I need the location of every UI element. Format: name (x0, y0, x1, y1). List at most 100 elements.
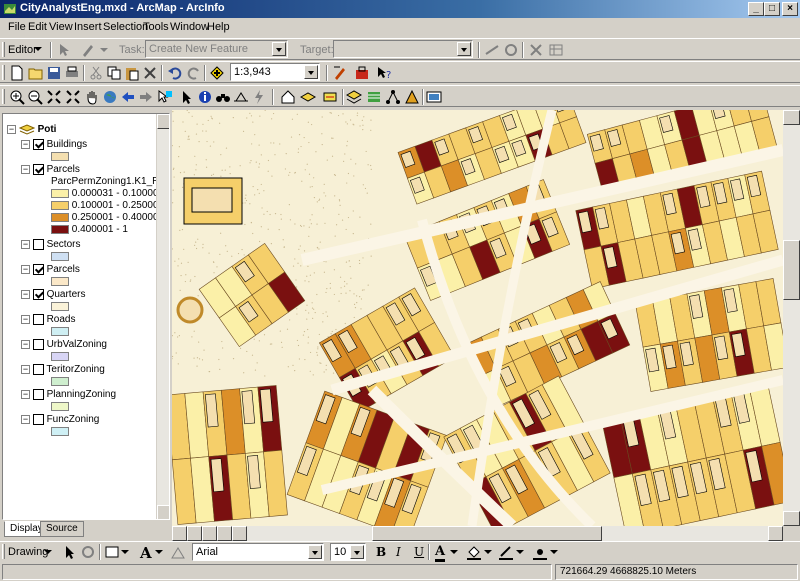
tab-source[interactable]: Source (40, 521, 84, 537)
drawing-menu[interactable]: Drawing (8, 546, 48, 558)
collapse-icon[interactable]: − (21, 139, 30, 149)
scroll-left-button[interactable] (232, 526, 247, 541)
fixed-zoom-in-icon[interactable] (46, 89, 62, 105)
paste-icon[interactable] (124, 65, 140, 81)
layer-symbol-swatch[interactable] (51, 301, 69, 311)
add-data-icon[interactable] (209, 65, 225, 81)
menu-help[interactable]: Help (207, 21, 230, 33)
chevron-down-icon[interactable] (450, 548, 458, 556)
parcel-map[interactable] (172, 110, 783, 526)
close-button[interactable]: × (782, 2, 798, 16)
select-features-icon[interactable] (157, 89, 173, 105)
scroll-down-button[interactable] (157, 505, 169, 519)
rectangle-tool-icon[interactable] (104, 544, 120, 560)
select-elements-icon[interactable] (179, 89, 195, 105)
italic-button[interactable]: I (396, 545, 401, 559)
layer-symbol-swatch[interactable] (51, 426, 69, 436)
maximize-button[interactable]: □ (764, 2, 780, 16)
print-icon[interactable] (64, 65, 80, 81)
attributes-icon[interactable] (528, 42, 544, 58)
dropdown-arrow-icon[interactable] (272, 42, 286, 56)
copy-icon[interactable] (106, 65, 122, 81)
cartography-tool-icon[interactable] (404, 89, 420, 105)
chevron-down-icon[interactable] (121, 548, 129, 556)
layer-visibility-checkbox[interactable] (32, 413, 44, 425)
line-color-icon[interactable] (498, 544, 514, 560)
map-vertical-scrollbar[interactable] (783, 110, 800, 526)
layer-visibility-checkbox[interactable] (32, 363, 44, 375)
save-icon[interactable] (46, 65, 62, 81)
dropdown-arrow-icon[interactable] (304, 65, 318, 79)
target-dropdown[interactable] (333, 40, 473, 58)
sketch-properties-icon[interactable] (548, 42, 564, 58)
sketch-tool-icon[interactable] (80, 42, 96, 58)
menu-window[interactable]: Window (170, 21, 209, 33)
edit-tool-icon[interactable] (56, 42, 72, 58)
layer-symbol-swatch[interactable] (51, 326, 69, 336)
font-color-button[interactable]: A (435, 544, 446, 562)
new-document-icon[interactable] (9, 65, 25, 81)
task-dropdown[interactable]: Create New Feature (145, 40, 288, 58)
scroll-up-button[interactable] (157, 114, 169, 129)
hyperlink-icon[interactable] (251, 89, 267, 105)
chevron-down-icon[interactable] (550, 548, 558, 556)
pan-hand-icon[interactable] (84, 89, 100, 105)
toolbar-grip[interactable] (2, 89, 5, 104)
new-text-icon[interactable]: A (138, 544, 154, 560)
chevron-down-icon[interactable] (100, 46, 108, 54)
class-swatch[interactable] (51, 212, 69, 222)
layer-symbol-swatch[interactable] (51, 376, 69, 386)
select-elements-icon[interactable] (62, 544, 78, 560)
toolbar-grip[interactable] (2, 544, 5, 559)
class-swatch[interactable] (51, 200, 69, 210)
menu-edit[interactable]: Edit (28, 21, 47, 33)
chevron-down-icon[interactable] (155, 548, 163, 556)
layer-visibility-checkbox[interactable] (32, 288, 44, 300)
layer-visibility-checkbox[interactable] (32, 388, 44, 400)
menu-tools[interactable]: Tools (143, 21, 169, 33)
fill-color-icon[interactable] (466, 544, 482, 560)
layers-stack-icon[interactable] (346, 89, 362, 105)
menu-selection[interactable]: Selection (103, 21, 148, 33)
bold-button[interactable]: B (376, 545, 386, 559)
split-tool-icon[interactable] (484, 42, 500, 58)
collapse-icon[interactable]: − (21, 414, 30, 424)
collapse-icon[interactable]: − (21, 364, 30, 374)
editor-menu[interactable]: Editor (8, 44, 37, 56)
label-tool-icon[interactable] (322, 89, 338, 105)
zoom-out-icon[interactable] (27, 89, 43, 105)
whats-this-help-icon[interactable]: ? (376, 65, 392, 81)
layer-symbol-swatch[interactable] (51, 251, 69, 261)
menu-view[interactable]: View (49, 21, 73, 33)
layer-symbol-swatch[interactable] (51, 276, 69, 286)
layer-visibility-checkbox[interactable] (32, 263, 44, 275)
chevron-down-icon[interactable] (516, 548, 524, 556)
layer-visibility-checkbox[interactable] (32, 138, 44, 150)
scroll-thumb[interactable] (783, 240, 800, 300)
undo-icon[interactable] (167, 65, 183, 81)
scroll-up-button[interactable] (783, 110, 800, 125)
collapse-icon[interactable]: − (21, 239, 30, 249)
scroll-down-button[interactable] (783, 511, 800, 526)
toc-dataframe[interactable]: − Poti (7, 123, 56, 137)
network-tool-icon[interactable] (385, 89, 401, 105)
measure-icon[interactable] (233, 89, 249, 105)
layer-visibility-checkbox[interactable] (32, 338, 44, 350)
map-canvas[interactable] (172, 110, 783, 526)
map-scale-dropdown[interactable]: 1:3,943 (230, 63, 320, 81)
layer-visibility-checkbox[interactable] (32, 163, 44, 175)
font-dropdown[interactable]: Arial (192, 543, 324, 561)
layer-symbol-swatch[interactable] (51, 401, 69, 411)
map-horizontal-scrollbar[interactable] (172, 526, 783, 541)
toc-scrollbar[interactable] (156, 114, 169, 519)
collapse-icon[interactable]: − (21, 389, 30, 399)
find-binoculars-icon[interactable] (215, 89, 231, 105)
pause-drawing-icon[interactable] (217, 526, 232, 541)
collapse-icon[interactable]: − (21, 314, 30, 324)
next-extent-icon[interactable] (138, 89, 154, 105)
rotate-icon[interactable] (80, 544, 96, 560)
class-swatch[interactable] (51, 224, 69, 234)
delete-icon[interactable] (142, 65, 158, 81)
edit-vertices-icon[interactable] (170, 544, 186, 560)
layout-view-icon[interactable] (426, 89, 442, 105)
